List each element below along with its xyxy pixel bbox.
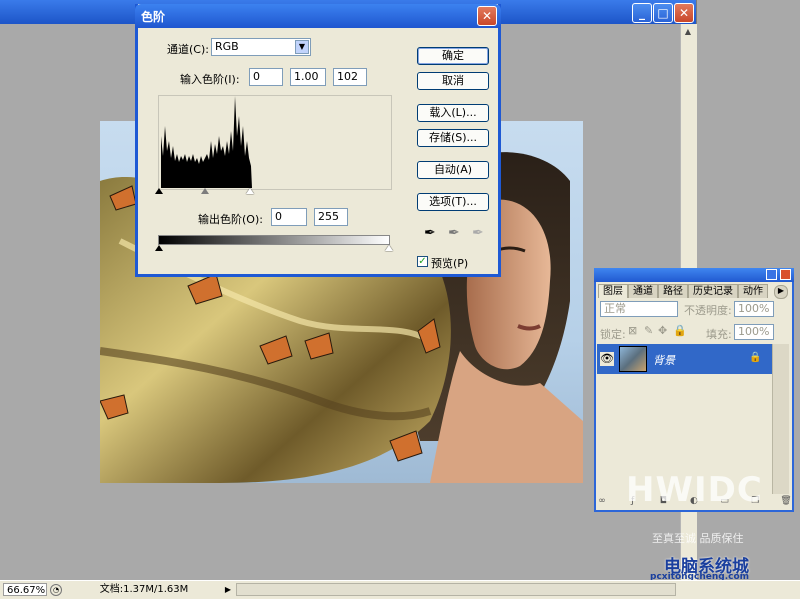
output-gradient-bar xyxy=(158,235,390,245)
input-white-slider[interactable] xyxy=(246,188,254,194)
input-gamma-field[interactable]: 1.00 xyxy=(290,68,326,86)
output-black-slider[interactable] xyxy=(155,245,163,251)
black-eyedropper-icon[interactable]: ✒ xyxy=(424,225,436,241)
minimize-icon[interactable]: _ xyxy=(632,3,652,23)
output-white-slider[interactable] xyxy=(385,245,393,251)
layers-scrollbar[interactable] xyxy=(772,344,789,494)
layer-thumbnail xyxy=(619,346,647,372)
tab-actions[interactable]: 动作 xyxy=(738,284,768,298)
dialog-close-icon[interactable]: ✕ xyxy=(477,6,497,26)
lock-image-icon[interactable]: ✎ xyxy=(644,324,653,337)
channel-label: 通道(C): xyxy=(167,43,209,56)
link-layers-icon[interactable]: ∞ xyxy=(596,496,608,506)
preview-label: 预览(P) xyxy=(431,257,469,270)
fill-label: 填充: xyxy=(706,328,732,341)
output-levels-label: 输出色阶(O): xyxy=(198,213,263,226)
lock-transparency-icon[interactable]: ⊠ xyxy=(628,324,637,337)
tab-channels[interactable]: 通道 xyxy=(628,284,658,298)
tab-history[interactable]: 历史记录 xyxy=(688,284,738,298)
gray-eyedropper-icon[interactable]: ✒ xyxy=(448,225,460,241)
cancel-button[interactable]: 取消 xyxy=(417,72,489,90)
layer-lock-icon: 🔒 xyxy=(749,352,762,363)
levels-dialog-titlebar[interactable]: 色阶 ✕ xyxy=(135,4,501,28)
load-button[interactable]: 载入(L)... xyxy=(417,104,489,122)
delete-layer-icon[interactable]: 🗑 xyxy=(780,496,792,506)
output-white-field[interactable]: 255 xyxy=(314,208,348,226)
watermark-brand: HWIDC xyxy=(626,470,763,510)
layer-name: 背景 xyxy=(653,354,675,367)
input-black-slider[interactable] xyxy=(155,188,163,194)
panel-close-icon[interactable] xyxy=(780,269,791,280)
blend-mode-select[interactable]: 正常 xyxy=(600,301,678,317)
histogram-graph xyxy=(161,96,252,188)
white-eyedropper-icon[interactable]: ✒ xyxy=(472,225,484,241)
watermark-slogan: 至真至诚 品质保住 xyxy=(652,532,744,545)
histogram xyxy=(158,95,392,190)
panel-tabs: 图层 通道 路径 历史记录 动作 xyxy=(598,284,768,298)
chevron-down-icon[interactable]: ▼ xyxy=(295,40,309,54)
preview-checkbox[interactable]: ✓ xyxy=(417,256,428,267)
ok-button[interactable]: 确定 xyxy=(417,47,489,65)
dialog-title: 色阶 xyxy=(141,10,166,24)
panel-minimize-icon[interactable] xyxy=(766,269,777,280)
tab-layers[interactable]: 图层 xyxy=(598,284,628,298)
input-levels-label: 输入色阶(I): xyxy=(180,73,240,86)
horizontal-scrollbar[interactable] xyxy=(236,583,676,596)
blend-mode-value: 正常 xyxy=(604,302,626,315)
scroll-up-icon[interactable]: ▲ xyxy=(681,24,695,38)
input-gamma-slider[interactable] xyxy=(201,188,209,194)
panel-menu-icon[interactable]: ▶ xyxy=(774,285,788,299)
doc-size-info: 文档:1.37M/1.63M xyxy=(99,584,189,595)
layer-row-background[interactable]: 👁 背景 🔒 xyxy=(597,344,772,374)
fill-field[interactable]: 100% xyxy=(734,324,774,340)
input-black-field[interactable]: 0 xyxy=(249,68,283,86)
tab-paths[interactable]: 路径 xyxy=(658,284,688,298)
output-black-field[interactable]: 0 xyxy=(271,208,307,226)
opacity-label: 不透明度: xyxy=(684,304,732,317)
status-bar: 66.67% ◔ 文档:1.37M/1.63M ▶ xyxy=(0,580,800,599)
save-button[interactable]: 存储(S)... xyxy=(417,129,489,147)
lock-all-icon[interactable]: 🔒 xyxy=(673,324,687,337)
input-white-field[interactable]: 102 xyxy=(333,68,367,86)
lock-label: 锁定: xyxy=(600,328,626,341)
lock-position-icon[interactable]: ✥ xyxy=(658,324,667,337)
status-menu-arrow-icon[interactable]: ▶ xyxy=(222,583,234,596)
auto-button[interactable]: 自动(A) xyxy=(417,161,489,179)
status-info-icon[interactable]: ◔ xyxy=(50,584,62,596)
eye-visibility-icon[interactable]: 👁 xyxy=(600,352,614,366)
layers-panel-titlebar[interactable] xyxy=(594,268,794,282)
zoom-field[interactable]: 66.67% xyxy=(3,583,47,596)
opacity-field[interactable]: 100% xyxy=(734,301,774,317)
options-button[interactable]: 选项(T)... xyxy=(417,193,489,211)
channel-value: RGB xyxy=(215,40,239,53)
channel-select[interactable]: RGB ▼ xyxy=(211,38,311,56)
maximize-icon[interactable]: □ xyxy=(653,3,673,23)
close-icon[interactable]: ✕ xyxy=(674,3,694,23)
